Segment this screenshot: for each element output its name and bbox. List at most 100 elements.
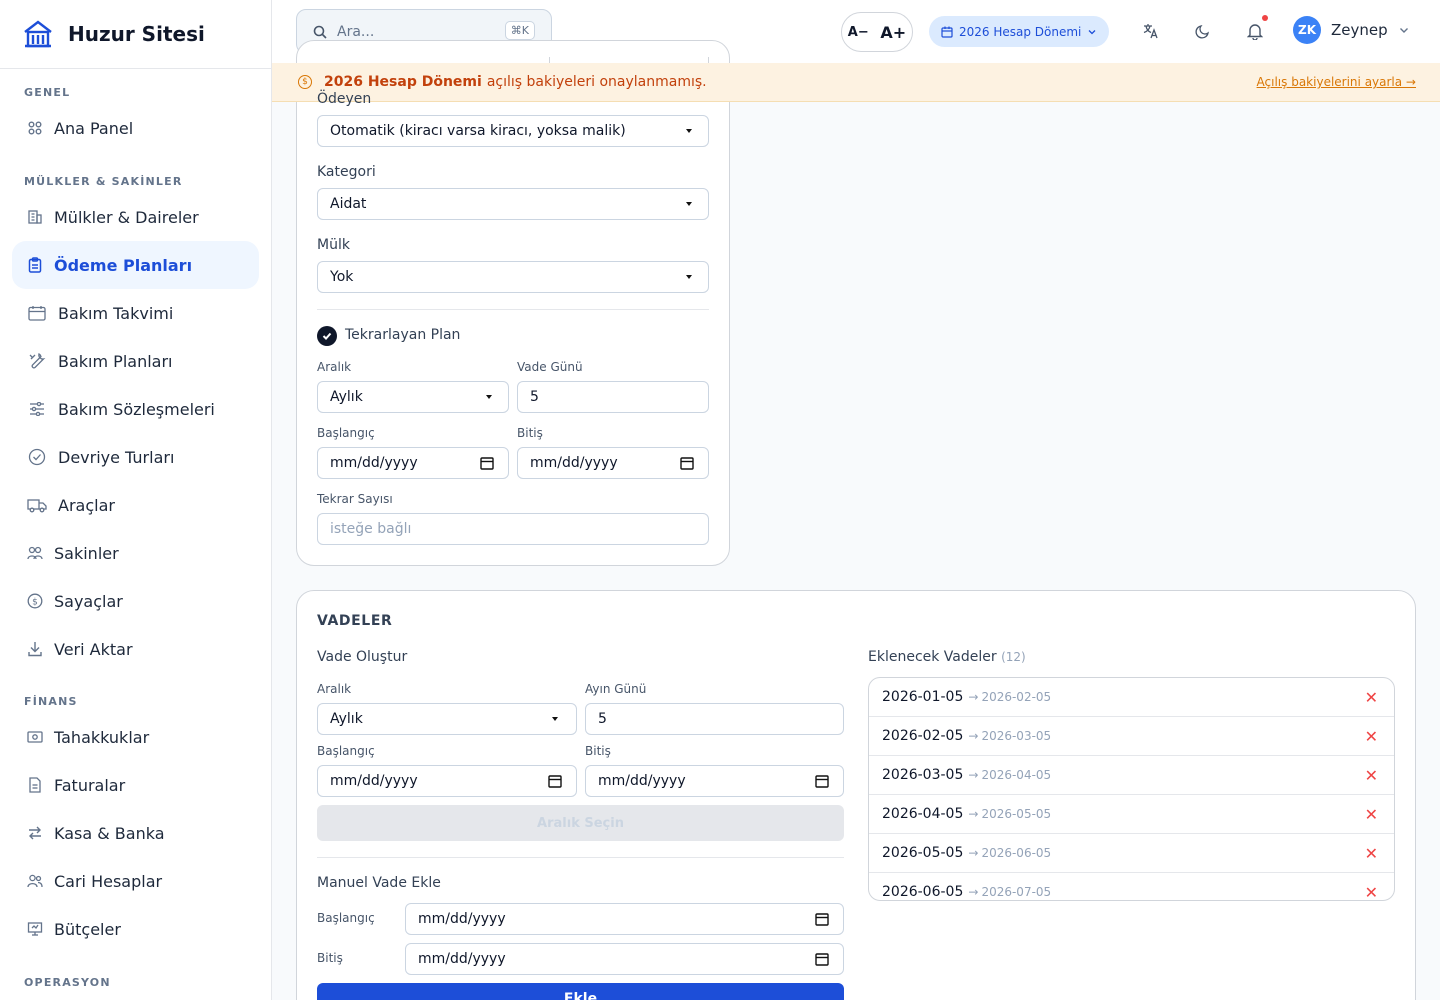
banknote-icon	[26, 728, 44, 746]
due-list-title: Eklenecek Vadeler (12)	[868, 649, 1026, 665]
list-item: 2026-06-05 → 2026-07-05 ✕	[869, 873, 1394, 900]
sidebar: Huzur Sitesi GENEL MÜLKLER & SAKİNLER Fİ…	[0, 0, 272, 1000]
sidebar-item-label: Cari Hesaplar	[54, 871, 163, 891]
sidebar-item-ana-panel[interactable]: Ana Panel	[12, 104, 259, 152]
moon-icon[interactable]	[1192, 20, 1214, 42]
vade-end-date-input[interactable]: mm/dd/yyyy	[585, 765, 844, 797]
due-day-input[interactable]: 5	[517, 381, 709, 413]
calendar-icon[interactable]	[815, 774, 829, 788]
payer-label: Ödeyen	[317, 91, 372, 107]
repeat-count-input[interactable]: isteğe bağlı	[317, 513, 709, 545]
clipboard-icon	[26, 256, 44, 274]
svg-text:$: $	[32, 598, 38, 608]
payer-select[interactable]: Otomatik (kiracı varsa kiracı, yoksa mal…	[317, 115, 709, 147]
due-end: 2026-07-05	[981, 885, 1052, 899]
check-icon	[322, 332, 332, 340]
sidebar-item-kasa-banka[interactable]: Kasa & Banka	[12, 809, 259, 857]
category-select[interactable]: Aidat	[317, 188, 709, 220]
due-start: 2026-06-05	[882, 884, 964, 900]
sidebar-item-label: Faturalar	[54, 775, 126, 795]
calendar-icon[interactable]	[480, 456, 494, 470]
vade-start-date-value: mm/dd/yyyy	[330, 773, 418, 789]
sidebar-item-bakim-sozlesmeleri[interactable]: Bakım Sözleşmeleri	[12, 385, 259, 433]
chevron-down-icon	[1399, 28, 1408, 33]
notification-dot	[1262, 15, 1268, 21]
section-label-operasyon: OPERASYON	[24, 976, 111, 989]
remove-icon[interactable]: ✕	[1365, 727, 1378, 746]
font-decrease-button[interactable]: A−	[848, 25, 869, 40]
sidebar-item-label: Araçlar	[58, 495, 115, 515]
coin-icon: $	[298, 75, 312, 89]
sidebar-item-label: Bakım Takvimi	[58, 303, 174, 323]
sidebar-item-odeme-planlari[interactable]: Ödeme Planları	[12, 241, 259, 289]
list-item: 2026-04-05 → 2026-05-05 ✕	[869, 795, 1394, 834]
vade-interval-select[interactable]: Aylık	[317, 703, 577, 735]
remove-icon[interactable]: ✕	[1365, 688, 1378, 707]
sidebar-item-label: Sakinler	[54, 543, 119, 563]
set-opening-balances-link[interactable]: Açılış bakiyelerini ayarla →	[1257, 75, 1416, 89]
avatar: ZK	[1293, 16, 1321, 44]
bell-icon[interactable]	[1244, 15, 1268, 42]
due-start: 2026-05-05	[882, 845, 964, 861]
vade-start-date-input[interactable]: mm/dd/yyyy	[317, 765, 577, 797]
calendar-icon[interactable]	[815, 912, 829, 926]
manual-start-date-input[interactable]: mm/dd/yyyy	[405, 903, 844, 935]
calendar-icon[interactable]	[680, 456, 694, 470]
sidebar-item-devriye-turlari[interactable]: Devriye Turları	[12, 433, 259, 481]
sidebar-item-cari-hesaplar[interactable]: Cari Hesaplar	[12, 857, 259, 905]
due-start: 2026-03-05	[882, 767, 964, 783]
end-date-input[interactable]: mm/dd/yyyy	[517, 447, 709, 479]
due-end: 2026-06-05	[981, 846, 1052, 860]
manual-end-date-input[interactable]: mm/dd/yyyy	[405, 943, 844, 975]
remove-icon[interactable]: ✕	[1365, 844, 1378, 863]
month-day-input[interactable]: 5	[585, 703, 844, 735]
manual-end-date-value: mm/dd/yyyy	[418, 951, 506, 967]
translate-icon[interactable]	[1140, 20, 1162, 42]
caret-down-icon	[686, 129, 692, 133]
interval-select[interactable]: Aylık	[317, 381, 509, 413]
font-increase-button[interactable]: A+	[880, 23, 906, 42]
recurring-label: Tekrarlayan Plan	[345, 327, 461, 343]
sidebar-item-faturalar[interactable]: Faturalar	[12, 761, 259, 809]
calendar-icon[interactable]	[548, 774, 562, 788]
sidebar-item-araclar[interactable]: Araçlar	[12, 481, 259, 529]
caret-down-icon	[686, 275, 692, 279]
remove-icon[interactable]: ✕	[1365, 805, 1378, 824]
sidebar-item-bakim-planlari[interactable]: Bakım Planları	[12, 337, 259, 385]
section-label-genel: GENEL	[24, 86, 71, 99]
start-date-input[interactable]: mm/dd/yyyy	[317, 447, 509, 479]
calendar-icon[interactable]	[815, 952, 829, 966]
start-date-value: mm/dd/yyyy	[330, 455, 418, 471]
property-select[interactable]: Yok	[317, 261, 709, 293]
select-range-button[interactable]: Aralık Seçin	[317, 805, 844, 841]
presentation-icon	[26, 920, 44, 938]
sidebar-item-mulkler[interactable]: Mülkler & Daireler	[12, 193, 259, 241]
recurring-checkbox[interactable]	[317, 326, 337, 346]
due-end: 2026-04-05	[981, 768, 1052, 782]
period-selector[interactable]: 2026 Hesap Dönemi	[929, 16, 1110, 47]
remove-icon[interactable]: ✕	[1365, 766, 1378, 785]
sidebar-item-label: Tahakkuklar	[54, 727, 150, 747]
sidebar-item-sayaclar[interactable]: $ Sayaçlar	[12, 577, 259, 625]
transfer-icon	[26, 824, 44, 842]
due-list[interactable]: 2026-01-05 → 2026-02-05 ✕ 2026-02-05 → 2026-…	[868, 677, 1395, 901]
wrench-icon	[26, 352, 48, 370]
caret-down-icon	[686, 202, 692, 206]
sidebar-item-butceler[interactable]: Bütçeler	[12, 905, 259, 953]
sidebar-item-bakim-takvimi[interactable]: Bakım Takvimi	[12, 289, 259, 337]
manual-end-label: Bitiş	[317, 951, 343, 965]
banner-period: 2026 Hesap Dönemi	[324, 74, 482, 90]
due-list-title-text: Eklenecek Vadeler	[868, 649, 997, 665]
sidebar-item-label: Kasa & Banka	[54, 823, 165, 843]
vade-interval-value: Aylık	[330, 711, 363, 727]
sidebar-item-sakinler[interactable]: Sakinler	[12, 529, 259, 577]
brand[interactable]: Huzur Sitesi	[0, 0, 271, 69]
list-item: 2026-01-05 → 2026-02-05 ✕	[869, 678, 1394, 717]
remove-icon[interactable]: ✕	[1365, 883, 1378, 900]
repeat-count-label: Tekrar Sayısı	[317, 492, 393, 506]
sidebar-item-veri-aktar[interactable]: Veri Aktar	[12, 625, 259, 673]
user-menu[interactable]: ZK Zeynep	[1293, 16, 1410, 44]
manual-start-label: Başlangıç	[317, 911, 375, 925]
add-due-button[interactable]: Ekle	[317, 983, 844, 1000]
sidebar-item-tahakkuklar[interactable]: Tahakkuklar	[12, 713, 259, 761]
